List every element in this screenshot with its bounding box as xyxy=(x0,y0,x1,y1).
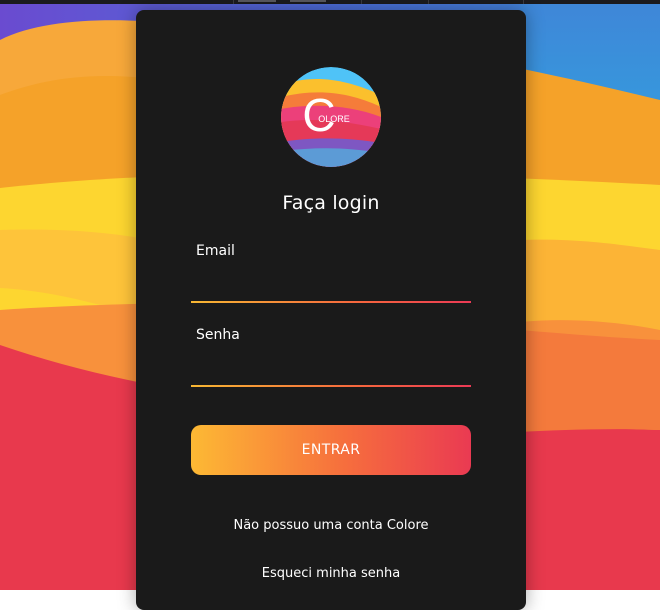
strip-tab xyxy=(290,0,326,2)
strip-divider xyxy=(523,0,524,4)
login-card: C OLORE Faça login Email Senha ENTRAR Nã… xyxy=(136,10,526,610)
strip-divider xyxy=(428,0,429,4)
logo-wordmark: OLORE xyxy=(318,114,350,124)
forgot-password-link[interactable]: Esqueci minha senha xyxy=(136,566,526,581)
password-label: Senha xyxy=(196,327,240,343)
no-account-link[interactable]: Não possuo uma conta Colore xyxy=(136,518,526,533)
top-window-strip xyxy=(0,0,660,4)
colore-logo: C OLORE xyxy=(281,67,381,167)
email-underline xyxy=(191,301,471,303)
login-submit-button[interactable]: ENTRAR xyxy=(191,425,471,475)
strip-tab xyxy=(238,0,276,2)
email-field[interactable] xyxy=(191,270,471,300)
email-label: Email xyxy=(196,243,235,259)
password-underline xyxy=(191,385,471,387)
logo-artwork: C OLORE xyxy=(281,67,381,167)
strip-divider xyxy=(361,0,362,4)
page-title: Faça login xyxy=(282,192,380,214)
strip-divider xyxy=(233,0,234,4)
password-field[interactable] xyxy=(191,354,471,384)
